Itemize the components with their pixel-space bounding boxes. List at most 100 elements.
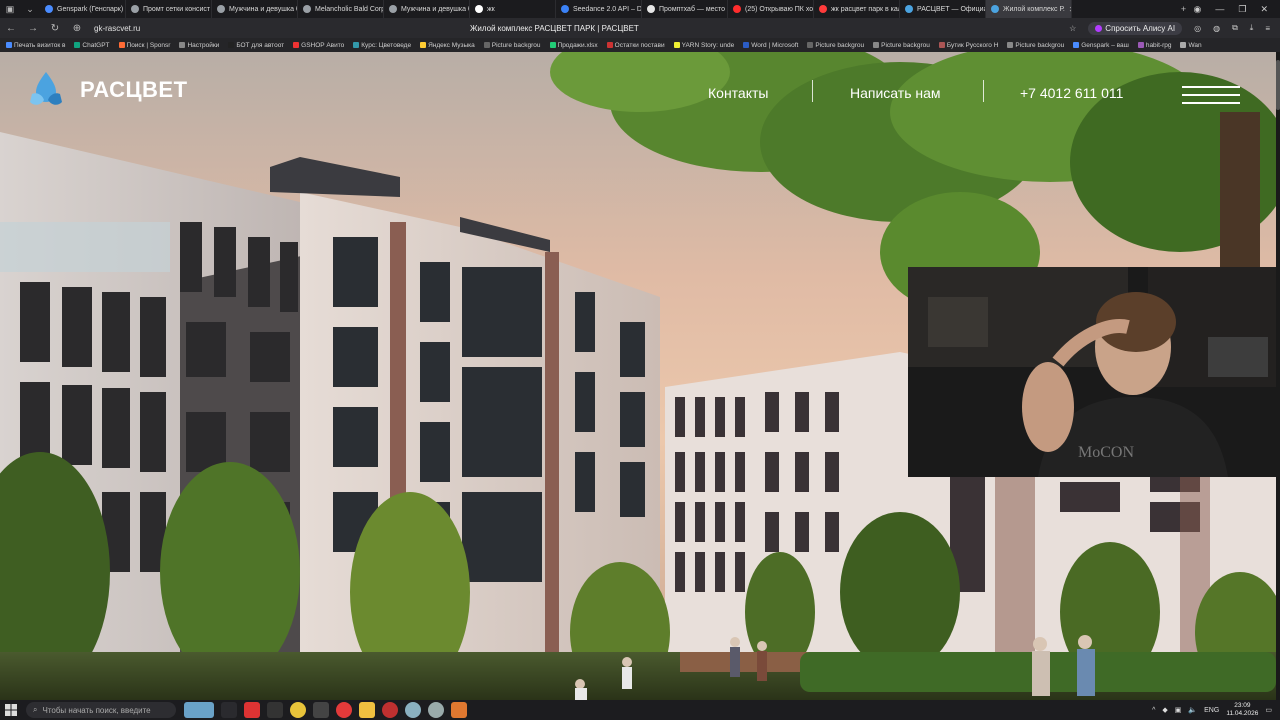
bookmark-favicon-icon [807,42,814,48]
browser-tab[interactable]: Жилой комплекс Р. ✕ [986,0,1072,18]
app-icon-h[interactable] [267,702,283,718]
tab-list-icon[interactable]: ⌄ [20,0,40,18]
browser-tab[interactable]: Seedance 2.0 API – Do [556,0,642,18]
bookmark-item[interactable]: YARN Story: unde [673,42,734,49]
nav-divider [812,80,813,102]
bookmark-favicon-icon [873,42,880,48]
clock-date: 11.04.2026 [1226,710,1259,717]
bookmark-item[interactable]: Продажи.xlsx [549,42,598,49]
browser-tab[interactable]: Мужчина и девушка б [212,0,298,18]
bookmark-item[interactable]: GSHOP Авито [293,42,344,49]
start-button[interactable] [0,704,22,716]
browser-tab[interactable]: Промптхаб — место с [642,0,728,18]
bookmark-item[interactable]: ChatGPT [74,41,110,49]
site-info-icon[interactable]: ⊕ [66,23,88,34]
vpn-icon[interactable]: ◍ [1213,24,1220,33]
menu-burger-icon[interactable] [1182,86,1240,104]
tab-actions-icon[interactable]: ▣ [0,0,20,18]
maximize-icon[interactable]: ❐ [1238,4,1246,15]
page-title: Жилой комплекс РАСЦВЕТ ПАРК | РАСЦВЕТ [470,23,639,33]
profile-icon[interactable]: ◉ [1194,4,1202,15]
bookmark-favicon-icon [74,42,81,48]
forward-icon[interactable]: → [22,23,44,34]
close-tab-icon[interactable]: ✕ [1069,5,1071,14]
yandex-browser-icon[interactable] [336,702,352,718]
bookmark-label: habit-rpg [1145,41,1172,49]
bookmark-item[interactable]: Genspark – ваш [1073,42,1129,49]
browser-tab[interactable]: Мужчина и девушка б [384,0,470,18]
bookmark-star-icon[interactable]: ☆ [1069,24,1076,33]
bookmark-item[interactable]: Picture backgrou [873,42,930,49]
tab-favicon-icon [131,5,139,13]
minimize-icon[interactable]: — [1215,4,1224,15]
bookmark-item[interactable]: Настройки [179,42,219,49]
extension-puzzle-icon[interactable]: ⧉ [1232,23,1238,33]
tab-favicon-icon [819,5,827,13]
weather-widget-icon[interactable] [184,702,214,718]
tab-favicon-icon [991,5,999,13]
notifications-icon[interactable]: ▭ [1265,706,1272,714]
bookmark-item[interactable]: Picture backgrou [483,42,541,49]
task-view-icon[interactable] [221,702,237,718]
bookmark-item[interactable]: БОТ для автоот [228,42,284,49]
scrollbar-thumb[interactable] [1276,60,1280,110]
bookmark-item[interactable]: Wan [1180,41,1202,49]
app-icon-e[interactable] [313,702,329,718]
bookmark-item[interactable]: Word | Microsoft [743,42,798,49]
page-scrollbar[interactable] [1276,52,1280,700]
nav-contacts-link[interactable]: Контакты [708,85,768,101]
extension-icon[interactable]: ◎ [1194,24,1201,33]
taskbar-clock[interactable]: 23:09 11.04.2026 [1226,702,1258,718]
app-icon-red[interactable] [244,702,260,718]
browser-tab[interactable]: жк расцвет парк в кал [814,0,900,18]
browser-tab[interactable]: Genspark (Генспарк) [40,0,126,18]
app-icon-steam[interactable] [428,702,444,718]
downloads-icon[interactable]: ⤓ [1250,23,1254,33]
network-icon[interactable]: ▣ [1175,706,1182,714]
app-icon-red-round[interactable] [382,702,398,718]
bookmark-item[interactable]: Остатки постави [606,42,665,49]
bookmark-item[interactable]: Курс: Цветоведе [353,42,411,49]
menu-icon[interactable]: ≡ [1265,24,1270,33]
bookmark-item[interactable]: Печать визиток в [6,42,65,49]
back-icon[interactable]: ← [0,23,22,34]
address-bar: ← → ↻ ⊕ gk-rascvet.ru Жилой комплекс РАС… [0,18,1280,38]
browser-tab[interactable]: (25) Открываю ПК хоу [728,0,814,18]
reload-icon[interactable]: ↻ [44,23,66,34]
file-explorer-icon[interactable] [359,702,375,718]
app-icon-yellow[interactable] [290,702,306,718]
tab-favicon-icon [647,5,655,13]
bookmark-item[interactable]: Picture backgrou [807,42,864,49]
bookmark-label: Wan [1188,41,1202,49]
app-icon-gray[interactable] [405,702,421,718]
tab-label: Melancholic Bald Corp [315,5,384,13]
browser-tab[interactable]: РАСЦВЕТ — Официал [900,0,986,18]
bookmark-item[interactable]: Поиск | Sponsr [118,42,170,49]
browser-tab[interactable]: Melancholic Bald Corp [298,0,384,18]
tab-label: Genspark (Генспарк) [57,5,124,13]
volume-icon[interactable]: 🔈 [1188,706,1197,714]
bookmark-favicon-icon [938,42,945,48]
bookmark-item[interactable]: Picture backgrou [1007,42,1064,49]
taskbar-search[interactable]: ⌕ Чтобы начать поиск, введите [26,702,176,718]
nav-write-us-link[interactable]: Написать нам [850,85,941,101]
browser-tab[interactable]: Промт сетки консист [126,0,212,18]
app-icon-orange[interactable] [451,702,467,718]
windows-logo-icon [5,704,17,716]
alice-button[interactable]: Спросить Алису AI [1088,21,1183,35]
new-tab-icon[interactable]: + [1174,0,1194,18]
tray-chevron-icon[interactable]: ^ [1152,707,1155,714]
bookmark-item[interactable]: habit-rpg [1137,41,1172,49]
bookmark-item[interactable]: Бутик Русского Н [938,42,998,49]
close-window-icon[interactable]: ✕ [1260,4,1268,15]
browser-tab[interactable]: жк [470,0,556,18]
bookmark-item[interactable]: Яндекс Музыка [420,42,475,49]
url-field[interactable]: gk-rascvet.ru [94,24,394,33]
tray-app-icon[interactable]: ◆ [1162,706,1167,714]
bookmark-label: ChatGPT [82,41,110,49]
language-indicator[interactable]: ENG [1204,707,1219,714]
tab-favicon-icon [733,5,741,13]
nav-phone-link[interactable]: +7 4012 611 011 [1020,85,1123,101]
site-logo[interactable]: РАСЦВЕТ [26,70,188,110]
bookmark-favicon-icon [1180,42,1187,48]
